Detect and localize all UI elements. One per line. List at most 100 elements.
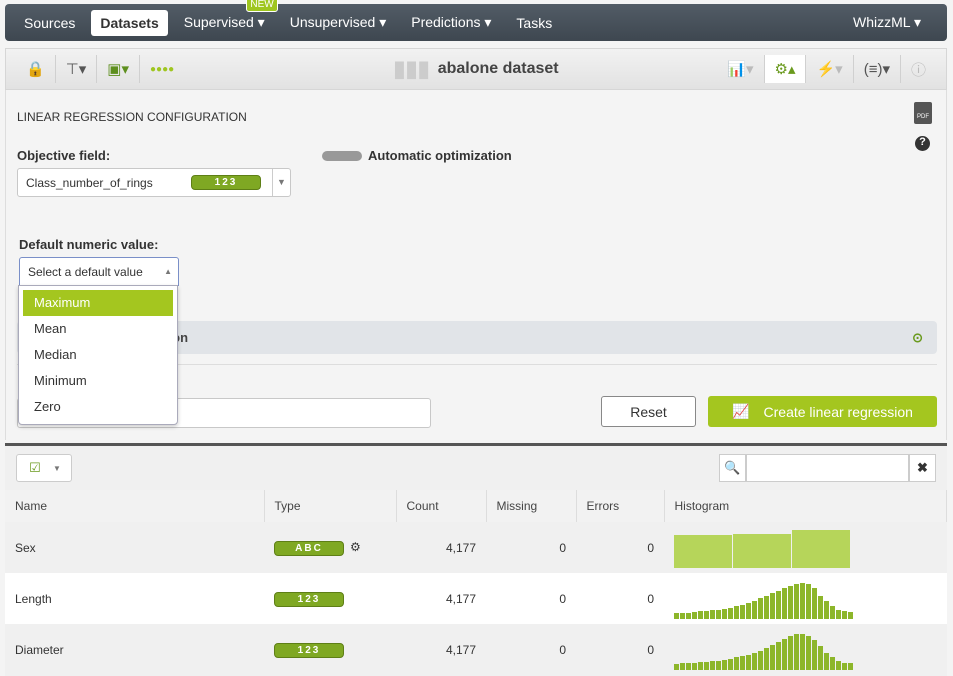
info-icon[interactable]: ⓘ: [901, 55, 936, 83]
objective-type-badge: 123: [191, 175, 261, 190]
histogram-bar: [800, 634, 805, 670]
nav-datasets[interactable]: Datasets: [91, 9, 168, 36]
header-histogram: Histogram: [664, 490, 947, 522]
nav-predictions[interactable]: Predictions ▾: [402, 9, 500, 36]
header-name[interactable]: Name: [5, 490, 265, 522]
field-name: Diameter: [5, 624, 264, 675]
reset-button[interactable]: Reset: [601, 396, 696, 427]
configure-gears-icon[interactable]: ⚙▴: [764, 55, 807, 83]
checkbox-icon: ☑: [29, 460, 41, 475]
chart-icon[interactable]: 📊▾: [717, 55, 765, 83]
field-histogram[interactable]: [664, 573, 947, 624]
clear-search-icon[interactable]: ✖: [909, 454, 936, 482]
header-errors[interactable]: Errors: [576, 490, 665, 522]
histogram-bar: [830, 657, 835, 670]
search-icon[interactable]: 🔍: [719, 454, 746, 482]
type-badge: ABC: [274, 540, 344, 556]
histogram-bar: [842, 611, 847, 619]
histogram-bar: [836, 660, 841, 670]
histogram-bar: [764, 596, 769, 619]
histogram-bar: [830, 606, 835, 619]
status-dots-icon: ●●●●: [150, 63, 175, 75]
option-zero[interactable]: Zero: [23, 394, 173, 420]
header-count[interactable]: Count: [396, 490, 487, 522]
histogram-bar: [782, 638, 787, 670]
table-row[interactable]: Length 123 4,177 0 0: [5, 573, 947, 624]
table-row[interactable]: Diameter 123 4,177 0 0: [5, 624, 947, 675]
select-all-checkbox[interactable]: ☑ ▼: [16, 454, 72, 482]
create-label: Create linear regression: [763, 403, 913, 420]
option-mean[interactable]: Mean: [23, 316, 173, 342]
histogram-bar: [824, 652, 829, 670]
histogram-bar: [794, 584, 799, 619]
table-row[interactable]: Sex ABC ⚙ 4,177 0 0: [5, 522, 947, 573]
nav-whizzml-label: WhizzML: [853, 14, 911, 30]
field-missing: 0: [486, 624, 576, 675]
histogram-bar: [788, 636, 793, 670]
histogram-bar: [740, 604, 745, 619]
pdf-icon[interactable]: PDF: [914, 102, 932, 124]
nav-tasks[interactable]: Tasks: [507, 10, 561, 36]
nav-unsupervised[interactable]: Unsupervised ▾: [281, 9, 396, 36]
new-badge: NEW: [246, 0, 278, 12]
help-icon[interactable]: ?: [915, 136, 930, 151]
create-linear-regression-button[interactable]: 📈 Create linear regression: [708, 396, 937, 427]
histogram-bar: [740, 655, 745, 670]
nav-whizzml[interactable]: WhizzML ▾: [844, 9, 930, 36]
option-median[interactable]: Median: [23, 342, 173, 368]
histogram-bar: [710, 610, 715, 619]
histogram-bar: [848, 612, 853, 619]
lock-icon[interactable]: 🔒: [16, 55, 56, 83]
histogram-bar: [733, 534, 791, 568]
histogram-bar: [806, 584, 811, 619]
option-minimum[interactable]: Minimum: [23, 368, 173, 394]
search-input[interactable]: [746, 454, 909, 482]
histogram-bar: [704, 661, 709, 670]
field-errors: 0: [576, 522, 664, 573]
option-maximum[interactable]: Maximum: [23, 290, 173, 316]
default-numeric-select[interactable]: Select a default value ▲: [19, 257, 179, 286]
histogram-bar: [674, 613, 679, 619]
auto-optimization-toggle[interactable]: [322, 151, 362, 161]
histogram-bar: [752, 601, 757, 619]
histogram-bar: [818, 596, 823, 619]
histogram-bar: [746, 602, 751, 619]
histogram-bar: [686, 613, 691, 619]
histogram-bar: [752, 652, 757, 670]
tree-icon[interactable]: ⊤▾: [56, 55, 98, 83]
histogram-bar: [824, 601, 829, 619]
field-count: 4,177: [396, 624, 486, 675]
histogram-bar: [782, 587, 787, 619]
chevron-down-icon: ▼: [53, 463, 61, 473]
nav-supervised[interactable]: Supervised ▾ NEW: [175, 0, 278, 36]
histogram-bar: [686, 663, 691, 670]
chevron-down-icon: ▼: [272, 169, 290, 196]
script-icon[interactable]: (≡)▾: [854, 55, 901, 83]
objective-field-select[interactable]: Class_number_of_rings 123 ▼: [17, 168, 291, 197]
histogram-bar: [674, 535, 732, 568]
field-errors: 0: [576, 624, 664, 675]
histogram-bar: [716, 609, 721, 619]
default-numeric-placeholder: Select a default value: [28, 264, 143, 279]
field-histogram[interactable]: [664, 624, 947, 675]
dataset-title: abalone dataset: [437, 60, 559, 77]
field-histogram[interactable]: [664, 522, 947, 573]
field-type: 123: [264, 573, 396, 624]
field-type: ABC ⚙: [264, 522, 396, 573]
histogram-bar: [704, 611, 709, 619]
histogram-bar: [806, 636, 811, 670]
type-badge: 123: [274, 642, 344, 658]
nav-sources[interactable]: Sources: [15, 10, 84, 36]
histogram-bar: [680, 613, 685, 619]
gears-icon[interactable]: ⚙: [350, 540, 361, 554]
field-type: 123: [264, 624, 396, 675]
histogram: [674, 579, 937, 619]
field-types-icon[interactable]: ▣▾: [97, 55, 140, 83]
header-missing[interactable]: Missing: [486, 490, 577, 522]
histogram-bar: [692, 662, 697, 670]
dataset-icon: ▮▮▮: [393, 56, 430, 81]
one-click-icon[interactable]: ⚡▾: [806, 55, 854, 83]
header-type[interactable]: Type: [264, 490, 397, 522]
default-numeric-label: Default numeric value:: [19, 237, 159, 252]
histogram-bar: [722, 609, 727, 619]
